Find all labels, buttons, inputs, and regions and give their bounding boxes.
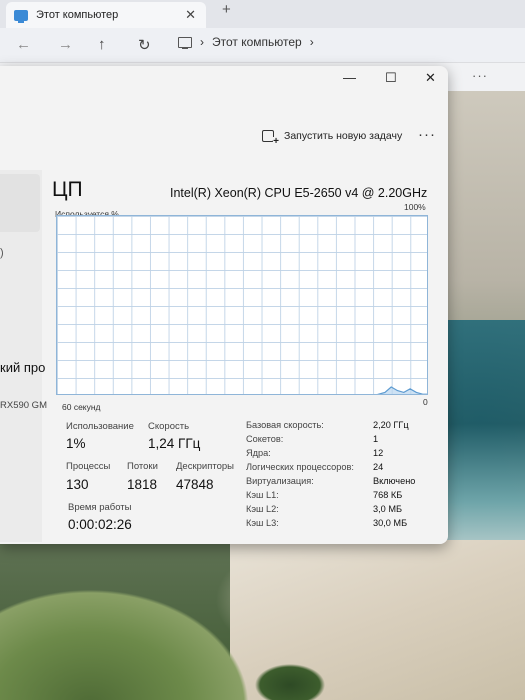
refresh-icon[interactable]: ↻	[138, 36, 151, 54]
spec-value-cores: 12	[373, 448, 384, 458]
threads-value: 1818	[127, 477, 158, 492]
spec-value-l1: 768 КБ	[373, 490, 403, 500]
spec-label-logical: Логических процессоров:	[246, 462, 354, 472]
sidebar-fragment: )	[0, 247, 4, 259]
spec-value-logical: 24	[373, 462, 384, 472]
minimize-button[interactable]: —	[343, 70, 356, 85]
cpu-usage-area	[379, 387, 422, 394]
spec-value-base-speed: 2,20 ГГц	[373, 420, 409, 430]
explorer-more-button[interactable]: ···	[472, 68, 488, 83]
forward-arrow-icon[interactable]: →	[58, 36, 73, 53]
explorer-tab-title: Этот компьютер	[36, 9, 119, 21]
breadcrumb-separator: ›	[200, 35, 204, 49]
close-button[interactable]: ✕	[425, 70, 436, 86]
cpu-usage-graph	[56, 215, 428, 395]
spec-label-l3: Кэш L3:	[246, 518, 279, 528]
spec-label-base-speed: Базовая скорость:	[246, 420, 324, 430]
spec-label-virtualization: Виртуализация:	[246, 476, 314, 486]
spec-value-l3: 30,0 МБ	[373, 518, 408, 528]
speed-value: 1,24 ГГц	[148, 436, 201, 451]
uptime-value: 0:00:02:26	[68, 517, 132, 532]
spec-value-sockets: 1	[373, 434, 379, 444]
run-new-task-label: Запустить новую задачу	[284, 130, 403, 142]
run-task-icon	[262, 130, 279, 147]
sidebar-item-gpu-label[interactable]: кий про	[0, 360, 45, 375]
new-tab-button[interactable]: +	[222, 1, 231, 18]
usage-label: Использование	[66, 421, 134, 432]
maximize-button[interactable]: ☐	[385, 70, 397, 86]
up-arrow-icon[interactable]: ↑	[98, 36, 106, 53]
breadcrumb[interactable]: › Этот компьютер ›	[178, 32, 314, 52]
processes-value: 130	[66, 477, 89, 492]
uptime-label: Время работы	[68, 502, 132, 513]
more-options-button[interactable]: ···	[418, 126, 436, 143]
spec-value-l2: 3,0 МБ	[373, 504, 403, 514]
graph-y-max: 100%	[404, 202, 426, 212]
handles-label: Дескрипторы	[176, 461, 234, 472]
task-manager-title-bar: — ☐ ✕	[0, 66, 448, 94]
cpu-usage-plot	[377, 386, 427, 394]
graph-x-right-label: 0	[423, 397, 428, 407]
cpu-model-name: Intel(R) Xeon(R) CPU E5-2650 v4 @ 2.20GH…	[170, 186, 428, 200]
cpu-usage-line	[377, 386, 427, 394]
monitor-icon	[178, 36, 192, 49]
spec-label-cores: Ядра:	[246, 448, 271, 458]
sidebar-item-gpu-model: RX590 GM	[0, 400, 47, 411]
run-new-task-button[interactable]: Запустить новую задачу	[262, 130, 403, 147]
usage-value: 1%	[66, 436, 86, 451]
spec-label-l2: Кэш L2:	[246, 504, 279, 514]
command-bar: Запустить новую задачу ···	[0, 122, 448, 152]
graph-x-left-label: 60 секунд	[62, 402, 101, 412]
spec-value-virtualization: Включено	[373, 476, 416, 486]
close-icon[interactable]: ✕	[185, 7, 196, 23]
explorer-tab-strip: Этот компьютер ✕ +	[0, 0, 525, 28]
speed-label: Скорость	[148, 421, 190, 432]
processes-label: Процессы	[66, 461, 111, 472]
performance-sidebar	[0, 170, 42, 542]
breadcrumb-location[interactable]: Этот компьютер	[212, 35, 302, 49]
back-arrow-icon[interactable]: ←	[16, 36, 31, 53]
breadcrumb-separator[interactable]: ›	[310, 35, 314, 49]
sidebar-item-cpu[interactable]	[0, 174, 40, 232]
threads-label: Потоки	[127, 461, 158, 472]
task-manager-window: — ☐ ✕ Запустить новую задачу ··· ) кий п…	[0, 66, 448, 544]
this-pc-icon	[14, 9, 28, 23]
wallpaper-plant	[230, 640, 350, 700]
spec-label-l1: Кэш L1:	[246, 490, 279, 500]
handles-value: 47848	[176, 477, 214, 492]
explorer-tab[interactable]: Этот компьютер ✕	[6, 2, 206, 28]
spec-label-sockets: Сокетов:	[246, 434, 284, 444]
page-title: ЦП	[52, 178, 83, 201]
